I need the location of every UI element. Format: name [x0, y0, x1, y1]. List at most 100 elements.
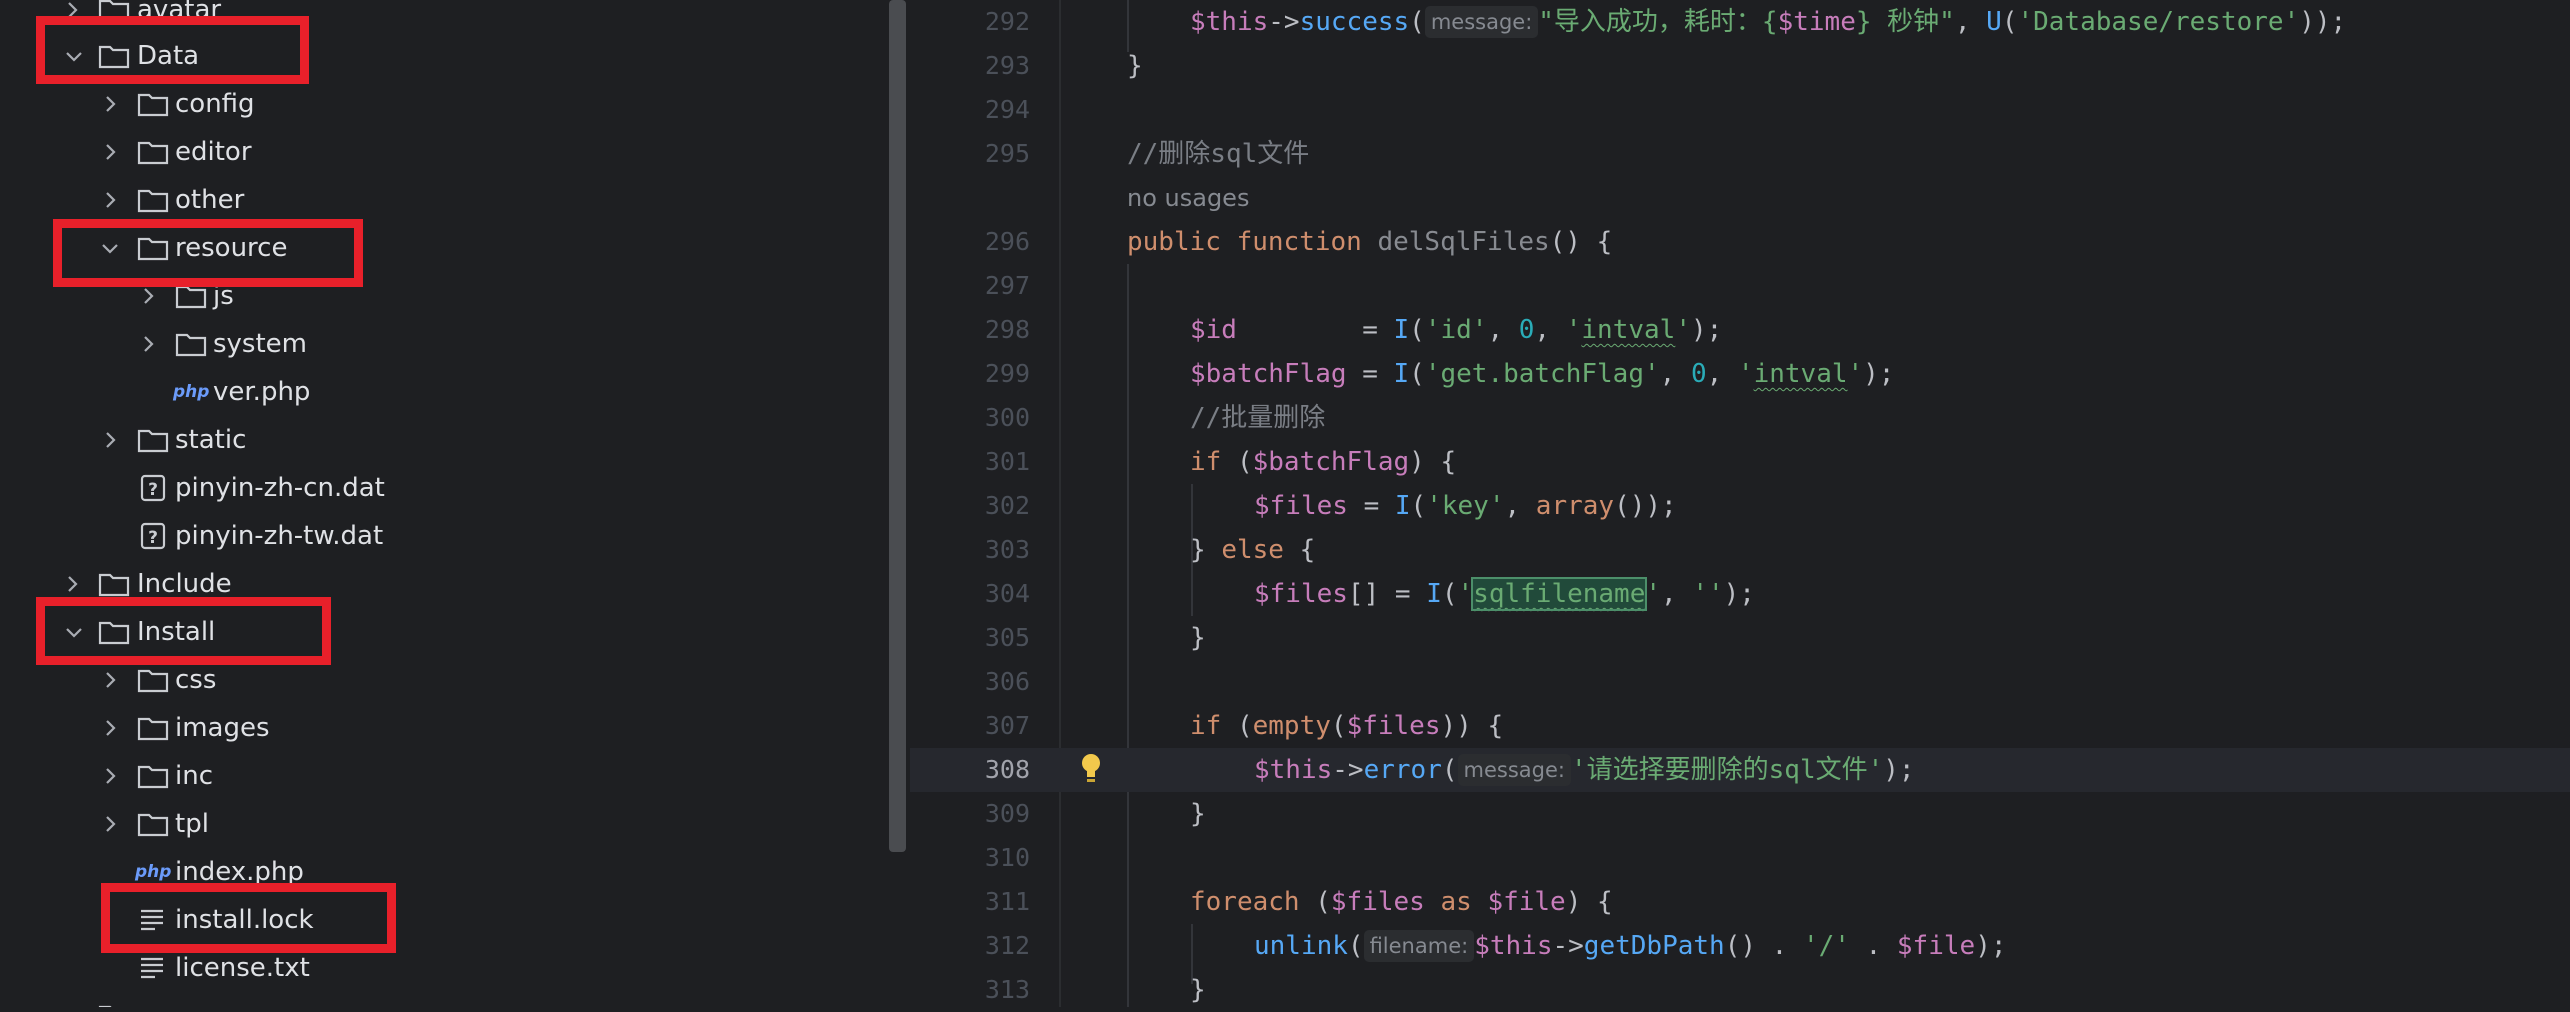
- code-line-current[interactable]: 308 $this->error(message: '请选择要删除的sql文件')…: [910, 748, 2570, 792]
- chevron-right-icon[interactable]: [98, 428, 122, 452]
- code-line[interactable]: 304 $files[] = I('sqlfilename', '');: [910, 572, 2570, 616]
- code-line[interactable]: 303 } else {: [910, 528, 2570, 572]
- chevron-right-icon[interactable]: [98, 764, 122, 788]
- code-line[interactable]: 299 $batchFlag = I('get.batchFlag', 0, '…: [910, 352, 2570, 396]
- tree-item-partial[interactable]: [0, 992, 880, 1007]
- lightbulb-icon[interactable]: [1080, 752, 1102, 786]
- code-line[interactable]: 295 //删除sql文件: [910, 132, 2570, 176]
- code-line[interactable]: 300 //批量删除: [910, 396, 2570, 440]
- tree-item-label: pinyin-zh-cn.dat: [175, 473, 385, 503]
- code-comment: //批量删除: [1190, 403, 1326, 433]
- tree-item-ver-php[interactable]: php ver.php: [0, 368, 880, 416]
- code-text: if ($batchFlag) {: [1190, 447, 1457, 477]
- tree-item-images[interactable]: images: [0, 704, 880, 752]
- tree-item-editor[interactable]: editor: [0, 128, 880, 176]
- chevron-right-icon[interactable]: [98, 140, 122, 164]
- tree-item-label: css: [175, 665, 217, 695]
- code-line[interactable]: 293 }: [910, 44, 2570, 88]
- folder-icon: [137, 813, 169, 837]
- text-file-icon: [141, 957, 163, 979]
- chevron-right-icon[interactable]: [98, 188, 122, 212]
- tree-item-system[interactable]: system: [0, 320, 880, 368]
- unknown-file-icon: ?: [140, 474, 166, 502]
- code-line[interactable]: 306: [910, 660, 2570, 704]
- param-hint: message:: [1457, 754, 1571, 786]
- code-text: }: [1127, 51, 1143, 81]
- line-number: 294: [984, 95, 1030, 124]
- line-number: 302: [984, 491, 1030, 520]
- chevron-right-icon[interactable]: [98, 668, 122, 692]
- tree-item-static[interactable]: static: [0, 416, 880, 464]
- code-line[interactable]: 307 if (empty($files)) {: [910, 704, 2570, 748]
- code-text: }: [1190, 975, 1206, 1005]
- code-text: $files[] = I('sqlfilename', '');: [1254, 577, 1755, 611]
- code-line[interactable]: 301 if ($batchFlag) {: [910, 440, 2570, 484]
- line-number: 306: [984, 667, 1030, 696]
- line-number: 303: [984, 535, 1030, 564]
- chevron-right-icon[interactable]: [60, 572, 84, 596]
- annotation-box-install-lock: [101, 883, 396, 953]
- param-hint: filename:: [1363, 930, 1475, 962]
- chevron-right-icon[interactable]: [98, 92, 122, 116]
- line-number: 309: [984, 799, 1030, 828]
- php-file-icon: php: [173, 382, 210, 402]
- chevron-right-icon[interactable]: [98, 716, 122, 740]
- selected-word: sqlfilename: [1471, 577, 1648, 611]
- tree-item-config[interactable]: config: [0, 80, 880, 128]
- tree-item-label: tpl: [175, 809, 209, 839]
- code-line[interactable]: 292 $this->success(message: "导入成功，耗时：{$ti…: [910, 0, 2570, 44]
- unknown-file-icon: ?: [140, 522, 166, 550]
- code-text: $this->error(message: '请选择要删除的sql文件');: [1254, 754, 1915, 786]
- tree-item-other[interactable]: other: [0, 176, 880, 224]
- tree-item-pinyin-zh-cn[interactable]: ? pinyin-zh-cn.dat: [0, 464, 880, 512]
- tree-scrollbar-thumb[interactable]: [889, 0, 906, 852]
- line-number: 301: [984, 447, 1030, 476]
- php-file-icon: php: [135, 862, 172, 882]
- code-vision-row: no usages: [910, 176, 2570, 220]
- code-line[interactable]: 313 }: [910, 968, 2570, 1012]
- line-number: 312: [984, 931, 1030, 960]
- line-number: 298: [984, 315, 1030, 344]
- line-number: 293: [984, 51, 1030, 80]
- tree-item-inc[interactable]: inc: [0, 752, 880, 800]
- tree-item-tpl[interactable]: tpl: [0, 800, 880, 848]
- code-text: unlink(filename: $this->getDbPath() . '/'…: [1254, 930, 2007, 962]
- line-number: 308: [984, 755, 1030, 784]
- code-line[interactable]: 312 unlink(filename: $this->getDbPath() .…: [910, 924, 2570, 968]
- line-number: 299: [984, 359, 1030, 388]
- tree-item-label: config: [175, 89, 255, 119]
- param-hint: message:: [1424, 6, 1539, 38]
- code-text: public function delSqlFiles() {: [1127, 227, 1613, 257]
- folder-icon: [137, 669, 169, 693]
- code-line[interactable]: 298 $id = I('id', 0, 'intval');: [910, 308, 2570, 352]
- svg-text:?: ?: [148, 528, 158, 548]
- code-text: $batchFlag = I('get.batchFlag', 0, 'intv…: [1190, 359, 1895, 389]
- folder-icon: [137, 429, 169, 453]
- line-number: 297: [984, 271, 1030, 300]
- code-line[interactable]: 311 foreach ($files as $file) {: [910, 880, 2570, 924]
- tree-item-label: other: [175, 185, 245, 215]
- chevron-right-icon[interactable]: [136, 332, 160, 356]
- code-comment: //删除sql文件: [1127, 139, 1310, 169]
- code-line[interactable]: 310: [910, 836, 2570, 880]
- code-line[interactable]: 302 $files = I('key', array());: [910, 484, 2570, 528]
- tree-item-pinyin-zh-tw[interactable]: ? pinyin-zh-tw.dat: [0, 512, 880, 560]
- chevron-right-icon[interactable]: [136, 284, 160, 308]
- folder-icon: [137, 189, 169, 213]
- folder-icon: [98, 1005, 112, 1007]
- code-text: }: [1190, 623, 1206, 653]
- tree-item-label: images: [175, 713, 270, 743]
- code-text: if (empty($files)) {: [1190, 711, 1504, 741]
- tree-item-label: editor: [175, 137, 252, 167]
- code-line[interactable]: 297: [910, 264, 2570, 308]
- code-text: $files = I('key', array());: [1254, 491, 1677, 521]
- line-number: 311: [984, 887, 1030, 916]
- code-text: foreach ($files as $file) {: [1190, 887, 1613, 917]
- chevron-right-icon[interactable]: [98, 812, 122, 836]
- no-usages-hint[interactable]: no usages: [1127, 176, 1249, 220]
- code-line[interactable]: 305 }: [910, 616, 2570, 660]
- code-line[interactable]: 309 }: [910, 792, 2570, 836]
- code-line[interactable]: 294: [910, 88, 2570, 132]
- code-line[interactable]: 296 public function delSqlFiles() {: [910, 220, 2570, 264]
- code-text: } else {: [1190, 535, 1316, 565]
